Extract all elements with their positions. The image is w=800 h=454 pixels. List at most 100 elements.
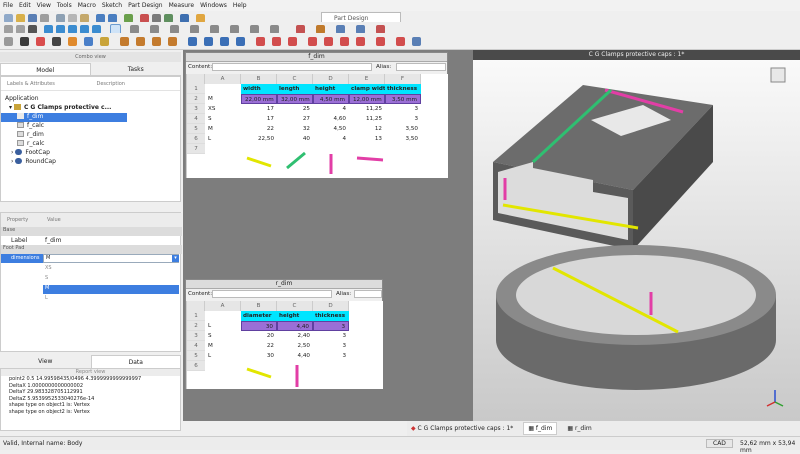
polar-pattern-icon[interactable] bbox=[288, 37, 297, 46]
tab-model[interactable]: Model bbox=[0, 63, 91, 75]
alias-label: Alias: bbox=[376, 64, 392, 70]
alias-label: Alias: bbox=[336, 291, 352, 297]
additive-pipe-icon[interactable] bbox=[168, 37, 177, 46]
datum-line-icon[interactable] bbox=[52, 37, 61, 46]
tab-tasks[interactable]: Tasks bbox=[91, 63, 182, 75]
alias-input[interactable] bbox=[354, 290, 382, 298]
tree-item-roundcap[interactable]: › RoundCap bbox=[11, 158, 56, 167]
tree-item-label: r_dim bbox=[27, 131, 44, 138]
tree-item-r-calc[interactable]: r_calc bbox=[17, 140, 44, 149]
tree-item-label: FootCap bbox=[25, 149, 50, 156]
mdi-tab-bar: ◆ C G Clamps protective caps : 1* ▦ f_di… bbox=[407, 421, 800, 436]
property-row-dimensions[interactable]: dimensions M ▾ bbox=[1, 254, 182, 263]
subtractive-loft-icon[interactable] bbox=[236, 37, 245, 46]
content-input[interactable] bbox=[212, 290, 332, 298]
additive-revolve-icon[interactable] bbox=[136, 37, 145, 46]
mdi-tab-label: C G Clamps protective caps : 1* bbox=[417, 425, 514, 432]
menu-file[interactable]: File bbox=[3, 2, 13, 9]
3d-scene bbox=[493, 67, 786, 407]
groove-icon[interactable] bbox=[220, 37, 229, 46]
body-icon[interactable] bbox=[20, 37, 29, 46]
tab-data[interactable]: Data bbox=[90, 355, 181, 368]
part-icon[interactable] bbox=[4, 37, 13, 46]
menu-tools[interactable]: Tools bbox=[57, 2, 72, 9]
menu-sketch[interactable]: Sketch bbox=[102, 2, 122, 9]
mdi-tab-label: r_dim bbox=[574, 425, 592, 432]
mirror-icon[interactable] bbox=[256, 37, 265, 46]
property-label-value[interactable]: f_dim bbox=[45, 237, 61, 244]
tree-item-document[interactable]: ▾ C G Clamps protective c... bbox=[9, 104, 111, 113]
arrow-clamp-width bbox=[356, 156, 384, 162]
menu-bar: File Edit View Tools Macro Sketch Part D… bbox=[0, 0, 800, 11]
menu-view[interactable]: View bbox=[37, 2, 51, 9]
report-view: Report view point2 0.5 14.99598435/0496 … bbox=[0, 368, 181, 431]
3d-view[interactable] bbox=[473, 50, 800, 421]
property-label-key: Label bbox=[11, 237, 28, 244]
dimensions-select[interactable]: M bbox=[43, 254, 179, 263]
menu-macro[interactable]: Macro bbox=[78, 2, 96, 9]
menu-help[interactable]: Help bbox=[233, 2, 247, 9]
shapebinder-icon[interactable] bbox=[100, 37, 109, 46]
navigation-style-button[interactable]: CAD bbox=[706, 439, 733, 448]
body-icon bbox=[15, 149, 23, 155]
content-label: Content: bbox=[188, 64, 213, 70]
thickness-icon[interactable] bbox=[356, 37, 365, 46]
property-col-value: Value bbox=[47, 217, 61, 223]
dropdown-option-l[interactable]: L bbox=[43, 295, 179, 304]
tree-item-label: f_dim bbox=[27, 113, 44, 120]
dimension-arrows bbox=[246, 151, 384, 174]
chevron-right-icon[interactable]: › bbox=[11, 149, 13, 156]
property-row-label[interactable]: Label f_dim bbox=[1, 236, 182, 245]
mdi-tab-r-dim[interactable]: ▦ r_dim bbox=[567, 425, 591, 432]
property-dimensions-key: dimensions bbox=[1, 254, 43, 263]
tree-item-label: RoundCap bbox=[25, 158, 56, 165]
report-line: DeltaY 29.983328705112991 bbox=[9, 389, 83, 396]
additive-loft-icon[interactable] bbox=[152, 37, 161, 46]
tree-item-r-dim[interactable]: r_dim bbox=[17, 131, 44, 140]
hole-icon[interactable] bbox=[204, 37, 213, 46]
group-foot-pad: Foot Pad bbox=[1, 245, 182, 254]
dropdown-option-xs[interactable]: XS bbox=[43, 265, 179, 274]
menu-measure[interactable]: Measure bbox=[169, 2, 195, 9]
report-line: shape type on object2 is: Vertex bbox=[9, 408, 90, 415]
dimension-arrows bbox=[246, 365, 299, 387]
fillet-feature-icon[interactable] bbox=[308, 37, 317, 46]
tree-item-f-dim[interactable]: f_dim bbox=[1, 113, 127, 122]
chevron-right-icon[interactable]: › bbox=[11, 158, 13, 165]
mdi-tab-document[interactable]: ◆ C G Clamps protective caps : 1* bbox=[411, 425, 513, 432]
document-icon bbox=[13, 104, 21, 110]
linear-pattern-icon[interactable] bbox=[272, 37, 281, 46]
content-label: Content: bbox=[188, 291, 213, 297]
spreadsheet-icon bbox=[17, 113, 24, 119]
dropdown-option-m[interactable]: M bbox=[43, 285, 179, 294]
mdi-tab-f-dim[interactable]: ▦ f_dim bbox=[523, 422, 558, 435]
menu-windows[interactable]: Windows bbox=[200, 2, 227, 9]
property-editor: Property Value Base Label f_dim Foot Pad… bbox=[0, 212, 182, 352]
sheet-grid[interactable]: A B C D 1 2 3 4 5 6 diameter height thickness L 30 4,40… bbox=[186, 301, 383, 389]
draft-icon[interactable] bbox=[340, 37, 349, 46]
additive-pad-icon[interactable] bbox=[120, 37, 129, 46]
sheet-grid[interactable]: A B C D E F 1 2 3 4 5 6 7 width length height clamp widt… bbox=[186, 74, 448, 178]
new-sketch-icon[interactable] bbox=[36, 37, 45, 46]
content-input[interactable] bbox=[212, 63, 372, 71]
tree-item-f-calc[interactable]: f_calc bbox=[17, 122, 44, 131]
arrow-length bbox=[286, 151, 306, 170]
multi-transform-icon[interactable] bbox=[396, 37, 405, 46]
datum-plane-icon[interactable] bbox=[68, 37, 77, 46]
alias-input[interactable] bbox=[396, 63, 446, 71]
menu-edit[interactable]: Edit bbox=[19, 2, 31, 9]
chevron-down-icon[interactable]: ▾ bbox=[9, 104, 12, 111]
chevron-down-icon[interactable]: ▾ bbox=[172, 255, 179, 262]
spreadsheet-icon[interactable] bbox=[412, 37, 421, 46]
boolean-icon[interactable] bbox=[376, 37, 385, 46]
tree-item-footcap[interactable]: › FootCap bbox=[11, 149, 50, 158]
body-icon bbox=[15, 158, 23, 164]
datum-point-icon[interactable] bbox=[84, 37, 93, 46]
tab-view[interactable]: View bbox=[0, 355, 91, 368]
menu-part-design[interactable]: Part Design bbox=[128, 2, 162, 9]
subtractive-pocket-icon[interactable] bbox=[188, 37, 197, 46]
dropdown-option-s[interactable]: S bbox=[43, 275, 179, 284]
chamfer-icon[interactable] bbox=[324, 37, 333, 46]
spreadsheet-icon: ▦ bbox=[567, 425, 574, 432]
report-view-title: Report view bbox=[1, 369, 180, 376]
